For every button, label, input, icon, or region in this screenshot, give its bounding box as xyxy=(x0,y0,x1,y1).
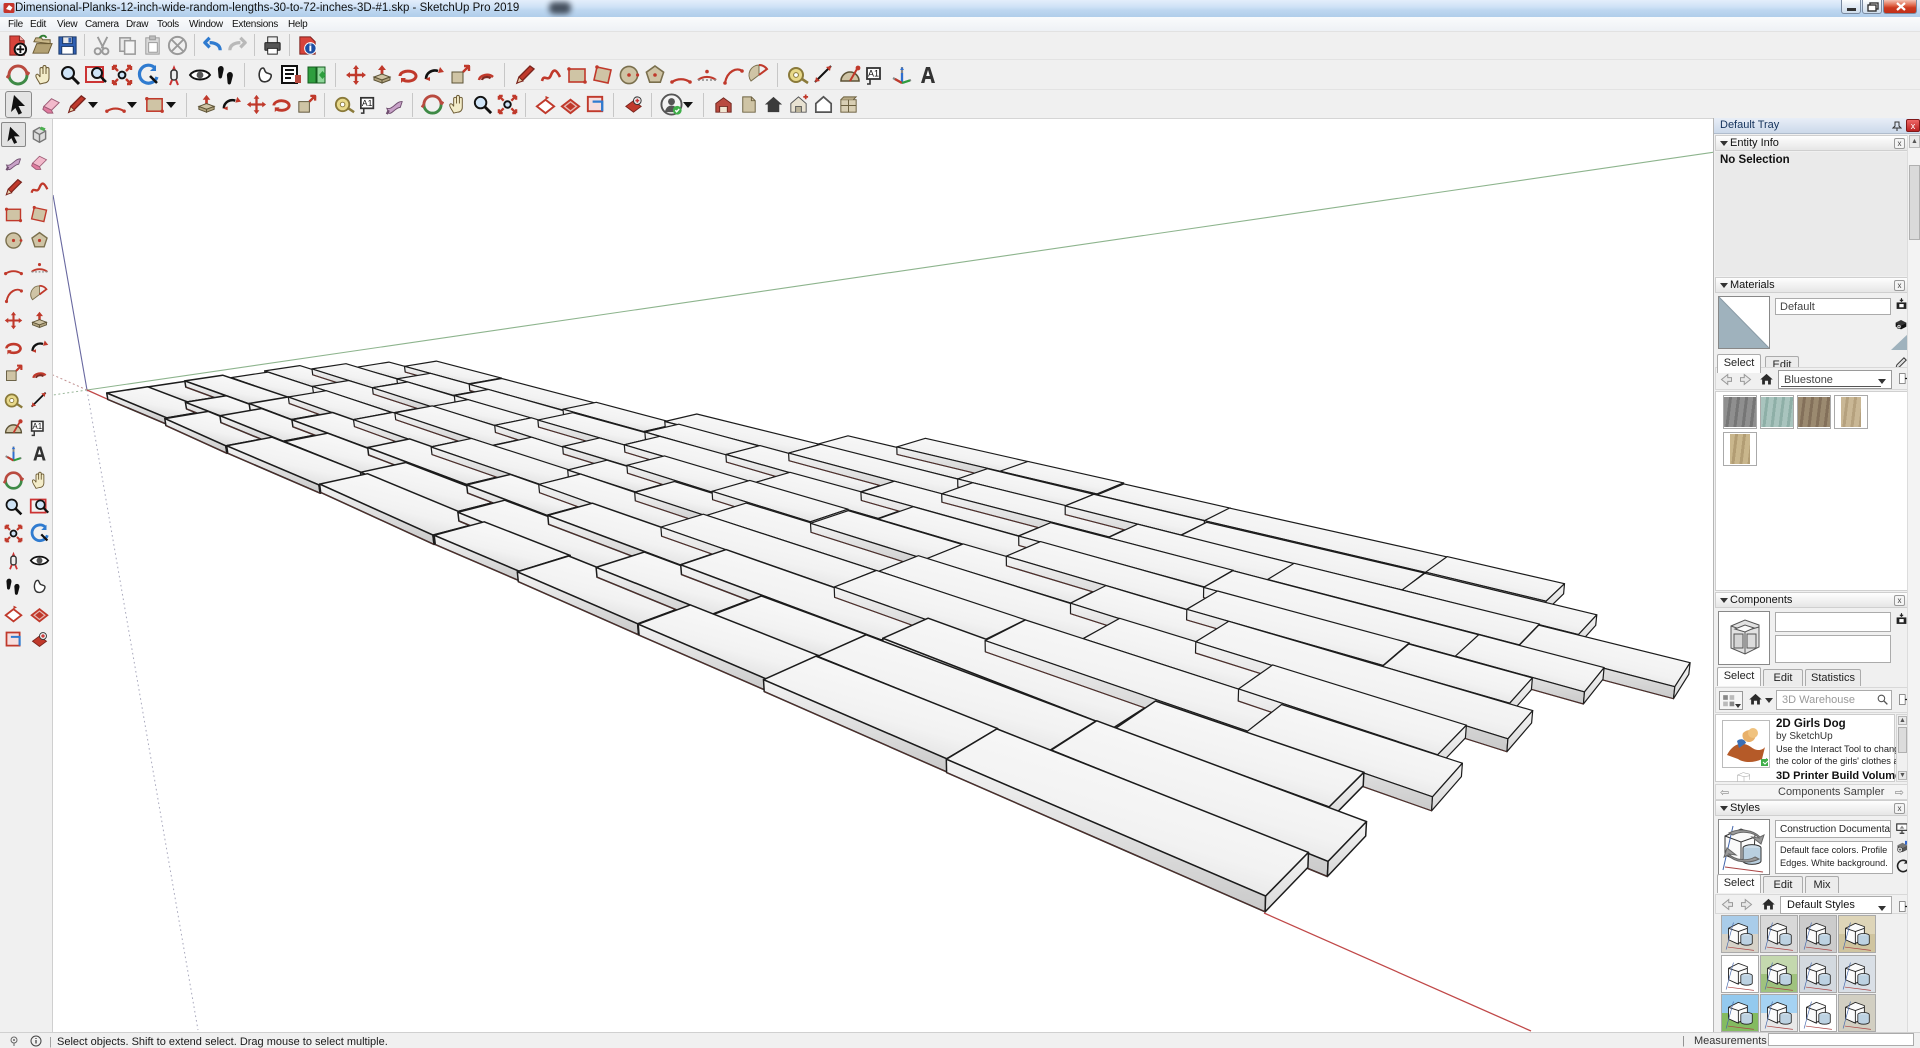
svg-text:A1: A1 xyxy=(362,98,373,108)
svg-text:A1: A1 xyxy=(33,421,43,430)
svg-text:A1: A1 xyxy=(868,69,879,79)
